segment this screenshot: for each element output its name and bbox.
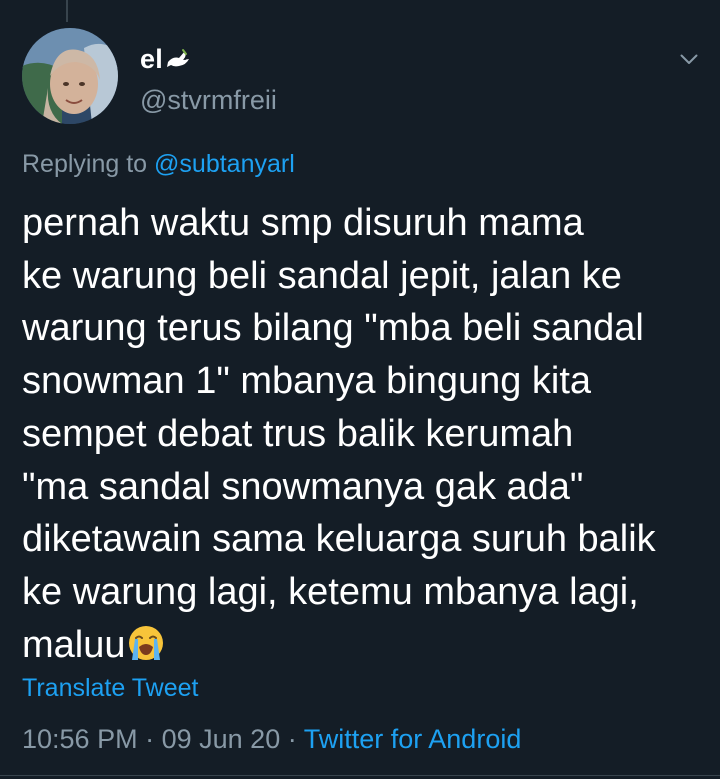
tweet-text-line: warung terus bilang "mba beli sandal (22, 307, 644, 350)
tweet-text-line: diketawain sama keluarga suruh balik (22, 518, 656, 561)
tweet-text-line: ke warung lagi, ketemu mbanya lagi, (22, 570, 639, 613)
tweet-time: 10:56 PM (22, 724, 138, 754)
tweet-menu-button[interactable] (672, 44, 706, 74)
avatar-photo (22, 28, 118, 124)
replying-to-row: Replying to @subtanyarl (22, 150, 295, 179)
avatar[interactable] (22, 28, 118, 124)
tweet-meta-row: 10:56 PM · 09 Jun 20 · Twitter for Andro… (22, 724, 521, 755)
tweet-text-line: sempet debat trus balik kerumah (22, 412, 574, 455)
dove-icon (165, 48, 191, 72)
tweet-source-link[interactable]: Twitter for Android (304, 724, 522, 754)
tweet-date: 09 Jun 20 (161, 724, 281, 754)
meta-separator: · (145, 724, 155, 754)
tweet-text-line: "ma sandal snowmanya gak ada" (22, 465, 584, 508)
user-handle[interactable]: @stvrmfreii (140, 85, 277, 116)
display-name[interactable]: el (140, 44, 163, 75)
tweet-text-line: ke warung beli sandal jepit, jalan ke (22, 254, 622, 297)
thread-connector-line (66, 0, 68, 22)
display-name-row[interactable]: el (140, 44, 191, 75)
bottom-divider (0, 775, 720, 776)
tweet-text-last-line: maluu (22, 619, 712, 677)
tweet-text-line: pernah waktu smp disuruh mama (22, 202, 584, 244)
replying-to-label: Replying to (22, 150, 148, 178)
translate-tweet-link[interactable]: Translate Tweet (22, 674, 198, 703)
chevron-down-icon (680, 54, 698, 64)
meta-separator: · (287, 724, 297, 754)
tweet-text: pernah waktu smp disuruh mama ke warung … (22, 197, 712, 676)
loudly-crying-face-icon (127, 624, 165, 677)
tweet-text-line: maluu (22, 623, 126, 666)
replying-to-mention-link[interactable]: @subtanyarl (154, 150, 295, 178)
tweet-text-line: snowman 1" mbanya bingung kita (22, 360, 592, 403)
